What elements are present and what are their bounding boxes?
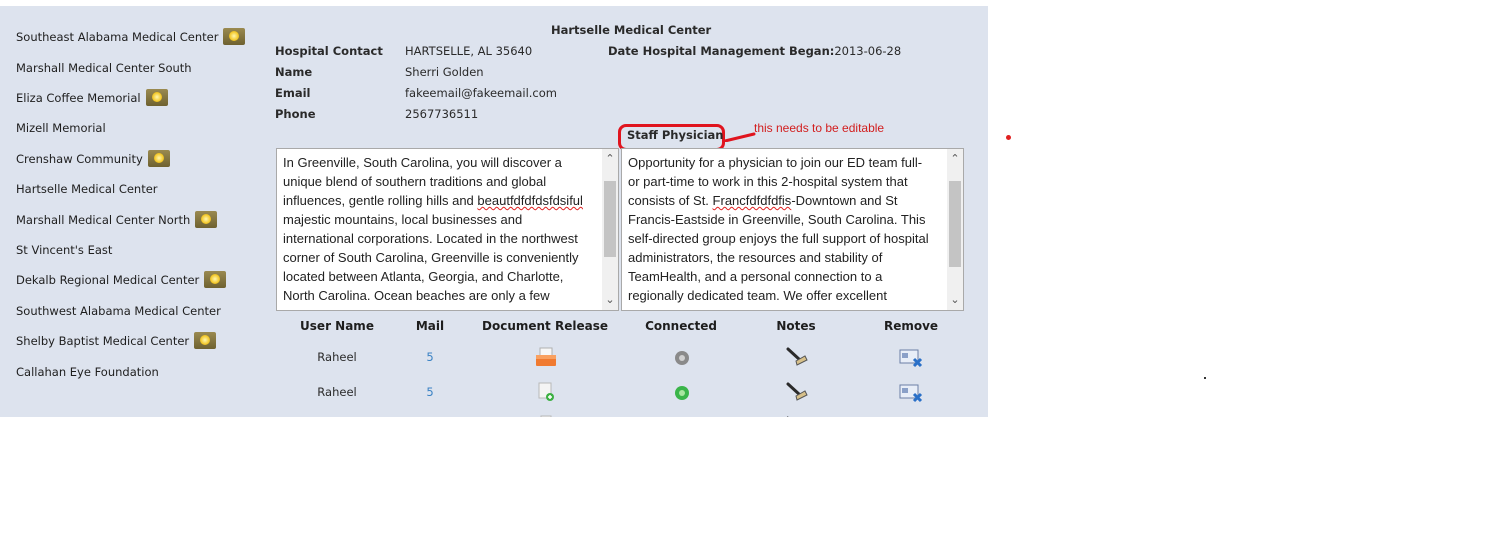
- notes-pen-icon[interactable]: [785, 381, 809, 403]
- column-header-document-release: Document Release: [482, 319, 608, 333]
- contact-value: HARTSELLE, AL 35640: [405, 44, 533, 58]
- disconnected-gray-icon: [675, 351, 689, 365]
- misspelled-word: beautfdfdfdsfdsiful: [477, 193, 583, 208]
- hospital-item[interactable]: Eliza Coffee Memorial: [16, 89, 168, 106]
- stray-dot: [1204, 377, 1206, 379]
- name-value: Sherri Golden: [405, 65, 484, 79]
- scroll-up-arrow-icon[interactable]: ⌃: [602, 151, 618, 167]
- row-user-name: Raheel: [317, 385, 357, 399]
- hospital-item[interactable]: Hartselle Medical Center: [16, 182, 158, 196]
- hospital-name: Eliza Coffee Memorial: [16, 90, 141, 105]
- annotation-arrow: [724, 132, 756, 142]
- contact-label: Hospital Contact: [275, 44, 383, 58]
- hospital-name: Marshall Medical Center North: [16, 212, 191, 227]
- gold-badge-icon: [145, 89, 168, 106]
- hospital-name: Southeast Alabama Medical Center: [16, 29, 219, 44]
- column-header-user-name: User Name: [300, 319, 374, 333]
- document-add-icon[interactable]: [537, 382, 555, 402]
- staff-physician-label: Staff Physician: [627, 128, 724, 142]
- hospital-name: Dekalb Regional Medical Center: [16, 272, 200, 287]
- annotation-note: this needs to be editable: [754, 121, 885, 135]
- column-header-connected: Connected: [645, 319, 717, 333]
- management-date: Date Hospital Management Began:2013-06-2…: [608, 44, 901, 58]
- phone-value: 2567736511: [405, 107, 479, 121]
- physician-text-part: -Downtown and St Francis-Eastside in Gre…: [628, 193, 929, 303]
- staff-physician-text: Opportunity for a physician to join our …: [628, 153, 943, 305]
- row-mail-count-link[interactable]: 5: [426, 350, 433, 364]
- column-header-remove: Remove: [883, 319, 939, 333]
- notes-pen-icon[interactable]: [785, 346, 809, 368]
- scroll-down-arrow-icon[interactable]: ⌄: [947, 292, 963, 308]
- hospital-name: Callahan Eye Foundation: [16, 365, 159, 379]
- hospital-item[interactable]: Shelby Baptist Medical Center: [16, 332, 217, 349]
- row-user-name: Raheel: [317, 350, 357, 364]
- scroll-thumb[interactable]: [949, 181, 961, 267]
- gold-badge-icon: [223, 28, 246, 45]
- name-label: Name: [275, 65, 313, 79]
- misspelled-word: Francfdfdfdfis: [712, 193, 792, 208]
- notes-pen-icon[interactable]: [786, 416, 796, 417]
- hospital-panel: Southeast Alabama Medical Center Marshal…: [0, 6, 988, 417]
- gold-badge-icon: [204, 271, 227, 288]
- column-header-mail: Mail: [415, 319, 445, 333]
- staff-physician-textarea[interactable]: Opportunity for a physician to join our …: [621, 148, 964, 311]
- connected-green-icon: [675, 386, 689, 400]
- hospital-name: Shelby Baptist Medical Center: [16, 333, 190, 348]
- hospital-item[interactable]: Crenshaw Community: [16, 150, 170, 167]
- remove-user-icon[interactable]: [899, 348, 923, 368]
- hospital-name: St Vincent's East: [16, 243, 113, 257]
- management-date-label: Date Hospital Management Began:: [608, 44, 835, 58]
- phone-label: Phone: [275, 107, 316, 121]
- hospital-item[interactable]: Southeast Alabama Medical Center: [16, 28, 246, 45]
- email-label: Email: [275, 86, 311, 100]
- remove-user-icon[interactable]: [899, 383, 923, 403]
- scroll-up-arrow-icon[interactable]: ⌃: [947, 151, 963, 167]
- row-mail-count-link[interactable]: 5: [426, 385, 433, 399]
- hospital-name: Crenshaw Community: [16, 151, 143, 166]
- hospital-name: Mizell Memorial: [16, 121, 106, 135]
- physician-scrollbar[interactable]: ⌃ ⌄: [947, 149, 963, 310]
- city-text-part: majestic mountains, local businesses and…: [283, 212, 579, 303]
- scroll-thumb[interactable]: [604, 181, 616, 257]
- hospital-name: Southwest Alabama Medical Center: [16, 304, 221, 318]
- gold-badge-icon: [194, 332, 217, 349]
- city-scrollbar[interactable]: ⌃ ⌄: [602, 149, 618, 310]
- hospital-item[interactable]: Callahan Eye Foundation: [16, 365, 159, 379]
- city-description-text: In Greenville, South Carolina, you will …: [283, 153, 598, 305]
- hospital-item[interactable]: St Vincent's East: [16, 243, 112, 257]
- annotation-dot: [1006, 135, 1011, 140]
- gold-badge-icon: [195, 211, 218, 228]
- hospital-name: Hartselle Medical Center: [16, 182, 158, 196]
- scroll-down-arrow-icon[interactable]: ⌄: [602, 292, 618, 308]
- column-header-notes: Notes: [776, 319, 816, 333]
- hospital-title: Hartselle Medical Center: [551, 23, 712, 37]
- hospital-item[interactable]: Southwest Alabama Medical Center: [16, 304, 221, 318]
- document-icon[interactable]: [539, 415, 553, 417]
- email-value: fakeemail@fakeemail.com: [405, 86, 557, 100]
- management-date-value: 2013-06-28: [834, 44, 902, 58]
- hospital-item[interactable]: Dekalb Regional Medical Center: [16, 271, 227, 288]
- hospital-item[interactable]: Mizell Memorial: [16, 121, 106, 135]
- document-release-orange-icon[interactable]: [535, 347, 557, 367]
- gold-badge-icon: [147, 150, 170, 167]
- hospital-name: Marshall Medical Center South: [16, 61, 192, 75]
- hospital-item[interactable]: Marshall Medical Center North: [16, 211, 218, 228]
- city-description-textarea[interactable]: In Greenville, South Carolina, you will …: [276, 148, 619, 311]
- hospital-item[interactable]: Marshall Medical Center South: [16, 61, 192, 75]
